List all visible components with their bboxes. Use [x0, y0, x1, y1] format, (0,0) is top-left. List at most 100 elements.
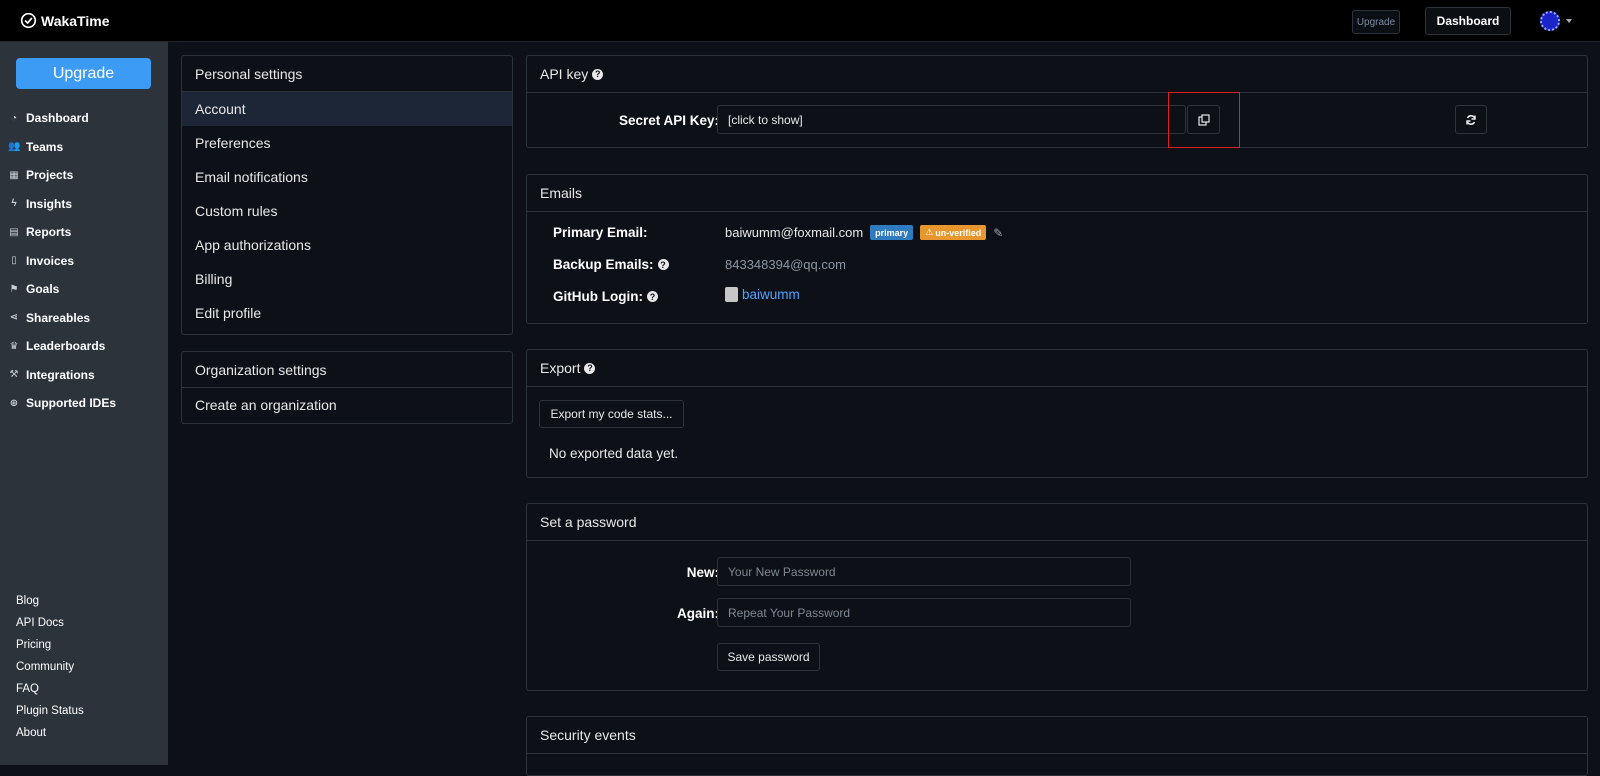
- unverified-badge-text: un-verified: [935, 227, 982, 238]
- github-login-link[interactable]: baiwumm: [742, 287, 800, 302]
- primary-badge: primary: [870, 225, 914, 240]
- save-password-button[interactable]: Save password: [717, 643, 820, 671]
- again-password-label: Again:: [677, 606, 719, 621]
- settings-nav-email-notifications[interactable]: Email notifications: [182, 160, 512, 194]
- settings-nav-create-organization[interactable]: Create an organization: [182, 388, 512, 422]
- app-name: WakaTime: [41, 12, 110, 29]
- emails-title: Emails: [540, 185, 583, 201]
- export-status: No exported data yet.: [549, 446, 679, 461]
- help-icon[interactable]: ?: [584, 362, 596, 374]
- sidebar-item-label: Goals: [26, 282, 60, 297]
- footer-link-blog[interactable]: Blog: [16, 590, 84, 612]
- backup-emails-label-text: Backup Emails:: [553, 257, 654, 272]
- sidebar-item-label: Projects: [26, 168, 74, 183]
- emails-card-header: Emails: [527, 175, 1587, 212]
- dashboard-button[interactable]: Dashboard: [1425, 7, 1511, 35]
- wrench-icon: ⚒: [9, 369, 19, 381]
- sidebar-item-label: Leaderboards: [26, 339, 106, 354]
- api-key-title: API key: [540, 66, 589, 82]
- settings-nav-billing[interactable]: Billing: [182, 262, 512, 296]
- users-icon: 👥: [8, 141, 21, 153]
- avatar[interactable]: [1540, 11, 1560, 31]
- organization-settings-heading: Organization settings: [182, 352, 512, 388]
- settings-nav-edit-profile[interactable]: Edit profile: [182, 296, 512, 330]
- plus-circle-icon: ⊕: [9, 397, 19, 409]
- settings-nav-app-authorizations[interactable]: App authorizations: [182, 228, 512, 262]
- sidebar-item-label: Insights: [26, 196, 73, 211]
- top-upgrade-button[interactable]: Upgrade: [1352, 10, 1400, 34]
- footer-link-community[interactable]: Community: [16, 656, 84, 678]
- sidebar-item-label: Reports: [26, 225, 72, 240]
- sidebar-item-label: Integrations: [26, 367, 95, 382]
- footer-link-about[interactable]: About: [16, 722, 84, 744]
- export-title: Export: [540, 360, 581, 376]
- regenerate-api-key-button[interactable]: [1455, 105, 1487, 134]
- trophy-icon: ♛: [9, 340, 19, 352]
- sidebar-item-invoices[interactable]: ▯ Invoices: [0, 247, 168, 276]
- set-password-card-header: Set a password: [527, 504, 1587, 541]
- repeat-password-input[interactable]: [717, 598, 1131, 627]
- sidebar-upgrade-button[interactable]: Upgrade: [16, 58, 151, 89]
- export-code-stats-button[interactable]: Export my code stats...: [539, 400, 684, 428]
- footer-link-pricing[interactable]: Pricing: [16, 634, 84, 656]
- sidebar-item-projects[interactable]: ▦ Projects: [0, 161, 168, 190]
- primary-email-label-text: Primary Email:: [553, 225, 648, 240]
- set-password-card: Set a password New: Again: Save password: [526, 503, 1588, 691]
- settings-nav-custom-rules[interactable]: Custom rules: [182, 194, 512, 228]
- flag-icon: ⚑: [9, 283, 19, 295]
- top-navbar: WakaTime Upgrade Dashboard: [0, 0, 1600, 42]
- grid-icon: ▦: [9, 169, 19, 181]
- unverified-badge: ⚠ un-verified: [920, 225, 987, 240]
- security-events-card-header: Security events: [527, 717, 1587, 754]
- dashboard-icon: ◔: [10, 112, 18, 124]
- personal-settings-heading: Personal settings: [182, 56, 512, 92]
- sidebar-item-supported-ides[interactable]: ⊕ Supported IDEs: [0, 389, 168, 418]
- new-password-input[interactable]: [717, 557, 1131, 586]
- api-key-card-header: API key ?: [527, 56, 1587, 93]
- sidebar-item-insights[interactable]: ϟ Insights: [0, 190, 168, 219]
- export-card: Export ? Export my code stats... No expo…: [526, 349, 1588, 478]
- primary-email-value: baiwumm@foxmail.com: [725, 225, 864, 240]
- sidebar-item-goals[interactable]: ⚑ Goals: [0, 275, 168, 304]
- sidebar: Upgrade ◔ Dashboard 👥 Teams ▦ Projects ϟ Ins…: [0, 42, 168, 765]
- primary-email-row: baiwumm@foxmail.com primary ⚠ un-verified…: [725, 225, 1003, 240]
- secret-api-key-label: Secret API Key:: [618, 113, 719, 128]
- wakatime-logo-icon: [20, 12, 37, 29]
- sidebar-item-leaderboards[interactable]: ♛ Leaderboards: [0, 332, 168, 361]
- help-icon[interactable]: ?: [592, 68, 604, 80]
- emails-card: Emails Primary Email: baiwumm@foxmail.co…: [526, 174, 1588, 324]
- security-events-title: Security events: [540, 727, 636, 743]
- primary-email-label: Primary Email:: [553, 225, 648, 240]
- sidebar-footer-links: Blog API Docs Pricing Community FAQ Plug…: [16, 590, 84, 744]
- report-icon: ▤: [9, 226, 19, 238]
- api-key-card: API key ? Secret API Key: [click to show…: [526, 55, 1588, 148]
- footer-link-api-docs[interactable]: API Docs: [16, 612, 84, 634]
- sidebar-item-dashboard[interactable]: ◔ Dashboard: [0, 104, 168, 133]
- set-password-title: Set a password: [540, 514, 637, 530]
- sidebar-item-shareables[interactable]: ⋖ Shareables: [0, 304, 168, 333]
- settings-nav-preferences[interactable]: Preferences: [182, 126, 512, 160]
- help-icon[interactable]: ?: [657, 259, 669, 270]
- export-card-header: Export ?: [527, 350, 1587, 387]
- secret-api-key-field[interactable]: [click to show]: [717, 105, 1186, 134]
- settings-nav-account[interactable]: Account: [182, 92, 512, 126]
- help-icon[interactable]: ?: [646, 291, 658, 302]
- sidebar-item-label: Supported IDEs: [26, 396, 117, 411]
- sidebar-item-integrations[interactable]: ⚒ Integrations: [0, 361, 168, 390]
- github-login-label: GitHub Login:?: [553, 289, 658, 304]
- personal-settings-nav: Personal settings Account Preferences Em…: [181, 55, 513, 335]
- sidebar-item-label: Shareables: [26, 310, 91, 325]
- wakatime-logo[interactable]: WakaTime: [20, 12, 109, 29]
- backup-emails-label: Backup Emails:?: [553, 257, 669, 272]
- footer-link-plugin-status[interactable]: Plugin Status: [16, 700, 84, 722]
- sidebar-item-teams[interactable]: 👥 Teams: [0, 133, 168, 162]
- sidebar-item-label: Teams: [26, 139, 64, 154]
- edit-icon[interactable]: ✎: [993, 226, 1003, 240]
- sidebar-item-label: Invoices: [26, 253, 75, 268]
- sidebar-item-label: Dashboard: [26, 111, 89, 126]
- footer-link-faq[interactable]: FAQ: [16, 678, 84, 700]
- bolt-icon: ϟ: [11, 198, 17, 210]
- sidebar-item-reports[interactable]: ▤ Reports: [0, 218, 168, 247]
- share-icon: ⋖: [9, 312, 19, 324]
- chevron-down-icon[interactable]: [1566, 19, 1572, 23]
